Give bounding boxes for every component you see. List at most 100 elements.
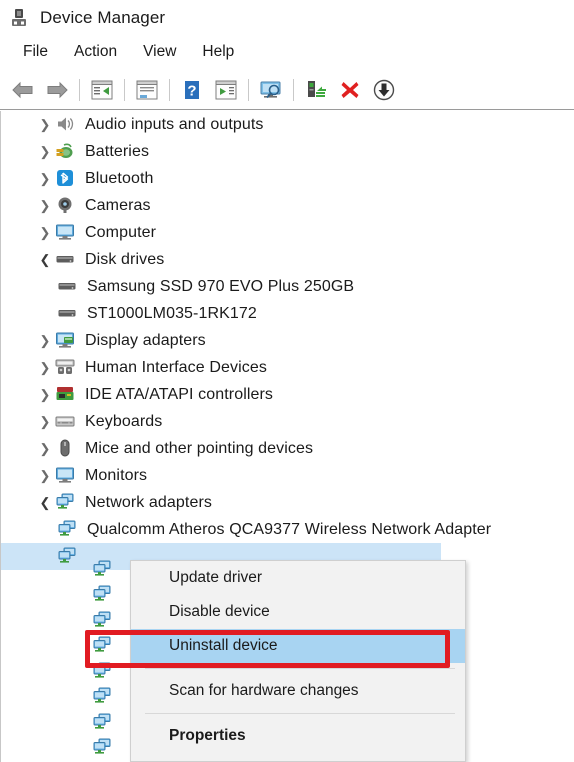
obscured-adapter-icon-column: [92, 556, 112, 760]
back-button[interactable]: [6, 74, 40, 106]
tree-item-computer[interactable]: ❯ Computer: [1, 219, 574, 246]
chevron-right-icon[interactable]: ❯: [35, 199, 55, 212]
chevron-right-icon[interactable]: ❯: [35, 361, 55, 374]
console-tree-icon: [90, 79, 114, 101]
chevron-right-icon[interactable]: ❯: [35, 469, 55, 482]
list-item[interactable]: [92, 633, 112, 659]
update-driver-button[interactable]: [209, 74, 243, 106]
chevron-right-icon[interactable]: ❯: [35, 442, 55, 455]
speaker-icon: [55, 115, 77, 135]
tree-item-bluetooth[interactable]: ❯ Bluetooth: [1, 165, 574, 192]
chevron-right-icon[interactable]: ❯: [35, 334, 55, 347]
tree-item-label: Batteries: [85, 142, 150, 160]
mouse-icon: [55, 439, 77, 459]
tree-item-label: Samsung SSD 970 EVO Plus 250GB: [87, 277, 355, 295]
list-item[interactable]: [92, 556, 112, 582]
tree-item-label: Computer: [85, 223, 157, 241]
tree-item-monitors[interactable]: ❯ Monitors: [1, 462, 574, 489]
context-menu-separator: [145, 713, 455, 714]
tree-item-label: Monitors: [85, 466, 148, 484]
device-manager-icon: [9, 7, 31, 29]
uninstall-device-button[interactable]: [333, 74, 367, 106]
tree-item-mice-and-other-pointing-devices[interactable]: ❯ Mice and other pointing devices: [1, 435, 574, 462]
toolbar: ?: [0, 70, 574, 110]
chevron-right-icon[interactable]: ❯: [35, 145, 55, 158]
tree-item-batteries[interactable]: ❯ Batteries: [1, 138, 574, 165]
tree-item-audio-inputs-and-outputs[interactable]: ❯ Audio inputs and outputs: [1, 111, 574, 138]
list-item[interactable]: [92, 735, 112, 761]
tree-item-label: IDE ATA/ATAPI controllers: [85, 385, 274, 403]
red-x-icon: [339, 79, 361, 101]
chevron-right-icon[interactable]: ❯: [35, 388, 55, 401]
tree-item-cameras[interactable]: ❯ Cameras: [1, 192, 574, 219]
help-button[interactable]: ?: [175, 74, 209, 106]
properties-button[interactable]: [130, 74, 164, 106]
menu-bar: File Action View Help: [0, 36, 574, 68]
tree-item-label: Keyboards: [85, 412, 163, 430]
computer-icon: [55, 223, 77, 243]
forward-button[interactable]: [40, 74, 74, 106]
list-item[interactable]: [92, 658, 112, 684]
chevron-right-icon[interactable]: ❯: [35, 226, 55, 239]
monitor-scan-icon: [258, 79, 284, 101]
tree-item-qualcomm-atheros-adapter[interactable]: Qualcomm Atheros QCA9377 Wireless Networ…: [1, 516, 574, 543]
bluetooth-icon: [55, 169, 77, 189]
tree-item-ide-ata-atapi-controllers[interactable]: ❯ IDE ATA/ATAPI controllers: [1, 381, 574, 408]
context-disable-device[interactable]: Disable device: [131, 595, 465, 629]
disable-device-button[interactable]: [367, 74, 401, 106]
menu-help[interactable]: Help: [189, 40, 247, 65]
tree-item-display-adapters[interactable]: ❯ Display adapters: [1, 327, 574, 354]
list-item[interactable]: [92, 582, 112, 608]
display-adapter-icon: [55, 331, 77, 351]
tree-item-label: Mice and other pointing devices: [85, 439, 314, 457]
tree-item-label: Network adapters: [85, 493, 212, 511]
tree-item-keyboards[interactable]: ❯ Keyboards: [1, 408, 574, 435]
network-adapter-icon: [92, 560, 112, 578]
toolbar-separator: [248, 78, 249, 101]
tree-item-network-adapters[interactable]: ❮ Network adapters: [1, 489, 574, 516]
context-uninstall-device[interactable]: Uninstall device: [131, 629, 465, 663]
tree-item-label: Human Interface Devices: [85, 358, 267, 376]
show-hide-console-tree-button[interactable]: [85, 74, 119, 106]
tree-item-human-interface-devices[interactable]: ❯ Human Interface Devices: [1, 354, 574, 381]
context-properties[interactable]: Properties: [131, 719, 465, 753]
disk-drive-icon: [57, 304, 79, 324]
chevron-down-icon[interactable]: ❮: [35, 496, 55, 509]
tree-item-samsung-ssd[interactable]: Samsung SSD 970 EVO Plus 250GB: [1, 273, 574, 300]
chevron-right-icon[interactable]: ❯: [35, 415, 55, 428]
disk-drive-icon: [57, 277, 79, 297]
play-panel-icon: [214, 79, 238, 101]
menu-view[interactable]: View: [130, 40, 189, 65]
context-menu: Update driver Disable device Uninstall d…: [130, 560, 466, 762]
network-adapter-icon: [92, 713, 112, 731]
toolbar-separator: [293, 78, 294, 101]
toolbar-separator: [124, 78, 125, 101]
menu-action[interactable]: Action: [61, 40, 130, 65]
toolbar-separator: [79, 78, 80, 101]
add-legacy-hardware-button[interactable]: [299, 74, 333, 106]
tree-item-label: Bluetooth: [85, 169, 154, 187]
forward-arrow-icon: [44, 80, 70, 100]
tree-item-disk-drives[interactable]: ❮ Disk drives: [1, 246, 574, 273]
list-item[interactable]: [92, 684, 112, 710]
title-bar: Device Manager: [0, 0, 574, 36]
context-update-driver[interactable]: Update driver: [131, 561, 465, 595]
chevron-right-icon[interactable]: ❯: [35, 172, 55, 185]
scan-for-hardware-changes-button[interactable]: [254, 74, 288, 106]
network-adapter-icon: [92, 611, 112, 629]
network-adapter-icon: [92, 636, 112, 654]
chevron-down-icon[interactable]: ❮: [35, 253, 55, 266]
tree-item-label: Qualcomm Atheros QCA9377 Wireless Networ…: [87, 520, 492, 538]
tree-item-st1000lm035[interactable]: ST1000LM035-1RK172: [1, 300, 574, 327]
battery-icon: [55, 142, 77, 162]
toolbar-separator: [169, 78, 170, 101]
chevron-right-icon[interactable]: ❯: [35, 118, 55, 131]
monitor-icon: [55, 466, 77, 486]
keyboard-icon: [55, 412, 77, 432]
menu-file[interactable]: File: [10, 40, 61, 65]
back-arrow-icon: [10, 80, 36, 100]
add-hardware-icon: [304, 79, 328, 101]
list-item[interactable]: [92, 607, 112, 633]
list-item[interactable]: [92, 709, 112, 735]
context-scan-for-hardware-changes[interactable]: Scan for hardware changes: [131, 674, 465, 708]
